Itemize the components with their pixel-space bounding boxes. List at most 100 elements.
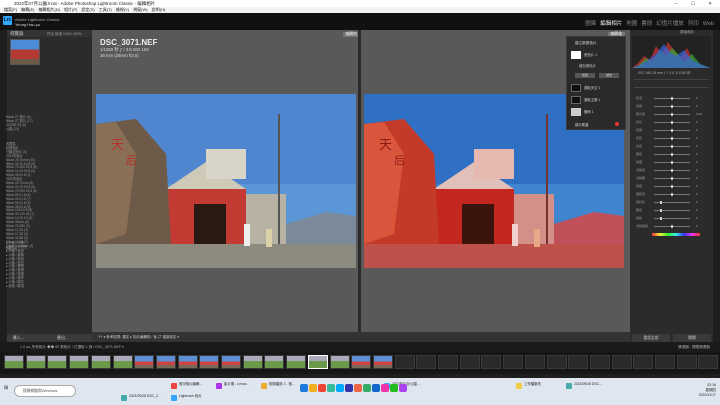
system-tray[interactable]: 02:16 星期四 2022/11/17 xyxy=(699,383,716,398)
filmstrip-thumb[interactable] xyxy=(286,355,307,369)
slider-knob[interactable] xyxy=(660,201,663,204)
slider-value[interactable]: 0 xyxy=(696,144,698,148)
menu-item[interactable]: 視窗(W) xyxy=(133,7,147,12)
slider-value[interactable]: 0 xyxy=(696,96,698,100)
pinned-app-icon[interactable] xyxy=(318,384,326,392)
menu-item[interactable]: 設定(S) xyxy=(81,7,94,12)
filmstrip-thumb[interactable] xyxy=(134,355,155,369)
filmstrip-thumb-current[interactable] xyxy=(307,355,328,369)
filmstrip-thumb[interactable] xyxy=(676,355,697,369)
slider-value[interactable]: 0 xyxy=(696,152,698,156)
filmstrip-thumb[interactable] xyxy=(221,355,241,369)
menu-item[interactable]: 編輯相片(D) xyxy=(38,7,60,12)
slider-knob[interactable] xyxy=(671,177,673,180)
pinned-app-icon[interactable] xyxy=(399,384,407,392)
slider-knob[interactable] xyxy=(671,121,673,124)
module-tab[interactable]: 幻燈片播放 xyxy=(656,21,684,27)
pinned-app-icon[interactable] xyxy=(336,384,344,392)
pinned-app-icon[interactable] xyxy=(372,384,380,392)
slider-value[interactable]: 0 xyxy=(696,120,698,124)
filmstrip-thumb[interactable] xyxy=(503,355,524,369)
mask-add-button[interactable]: 增加 xyxy=(575,73,595,78)
navigator-zoom[interactable]: 符合 填滿 100% 400% xyxy=(47,31,82,38)
mask-1[interactable]: 遮色片 1 xyxy=(571,50,623,60)
adjust-slider[interactable]: 白色 0 xyxy=(636,144,708,148)
menu-item[interactable]: 工具(T) xyxy=(99,7,112,12)
slider-knob[interactable] xyxy=(671,161,673,164)
slider-knob[interactable] xyxy=(660,209,663,212)
pinned-app-icon[interactable] xyxy=(327,384,335,392)
slider-value[interactable]: 0 xyxy=(696,192,698,196)
slider-knob[interactable] xyxy=(671,145,673,148)
histogram[interactable] xyxy=(632,36,711,68)
export-button[interactable]: 匯出... xyxy=(57,334,68,342)
mask-item-subject[interactable]: 選取主體 1 xyxy=(571,95,623,105)
filmstrip-thumb[interactable] xyxy=(177,355,198,369)
filmstrip-thumb[interactable] xyxy=(351,355,372,369)
close-button[interactable]: 關閉 xyxy=(673,334,711,342)
navigator-preview[interactable] xyxy=(10,39,40,65)
menu-item[interactable]: 編輯(E) xyxy=(21,7,34,12)
slider-knob[interactable] xyxy=(671,129,673,132)
filmstrip-thumb[interactable] xyxy=(242,355,263,369)
pinned-app-icon[interactable] xyxy=(381,384,389,392)
slider-value[interactable]: 0 xyxy=(696,168,698,172)
adjust-slider[interactable]: 紋理 0 xyxy=(636,160,708,164)
filmstrip-thumb[interactable] xyxy=(568,355,589,369)
slider-knob[interactable] xyxy=(671,153,673,156)
navigator-header[interactable]: 導覽器 符合 填滿 100% 400% xyxy=(7,30,92,37)
slider-knob[interactable] xyxy=(671,185,673,188)
filmstrip-thumb[interactable] xyxy=(611,355,632,369)
menu-item[interactable]: 檢視(V) xyxy=(116,7,129,12)
slider-value[interactable]: 0 xyxy=(696,136,698,140)
mask-item-brush[interactable]: 筆刷 1 xyxy=(571,107,623,117)
slider-value[interactable]: 0 xyxy=(696,104,698,108)
slider-knob[interactable] xyxy=(660,217,663,220)
slider-knob[interactable] xyxy=(671,113,673,116)
mask-subtract-button[interactable]: 減去 xyxy=(599,73,619,78)
slider-knob[interactable] xyxy=(671,193,673,196)
pinned-app-icon[interactable] xyxy=(300,384,308,392)
module-tab[interactable]: 書冊 xyxy=(641,21,652,27)
windows-start-icon[interactable]: ⊞ xyxy=(4,385,8,391)
slider-value[interactable]: 0 xyxy=(696,128,698,132)
taskbar-app[interactable]: 2021/09/26 DSC... xyxy=(565,382,611,393)
import-button[interactable]: 匯入... xyxy=(13,334,24,342)
slider-value[interactable]: 0 xyxy=(696,208,698,212)
tree-item[interactable]: ▸ 其他 / 雜項 xyxy=(6,284,27,289)
adjust-slider[interactable]: 曝光度 0.00 xyxy=(636,112,708,116)
filmstrip-thumb[interactable] xyxy=(459,355,480,369)
taskbar-search[interactable]: 搜尋網路和Windows xyxy=(14,385,76,397)
taskbar-app[interactable]: 2021/09/26 DSC_2... xyxy=(120,394,166,405)
view-toolbar[interactable]: YY ▾ 參考檢視: 選定 ▸ 相片編輯前 / 後 ⇄ 複製設定 ▾ xyxy=(92,332,630,342)
menu-item[interactable]: 說明(H) xyxy=(152,7,166,12)
slider-knob[interactable] xyxy=(671,105,673,108)
filmstrip-thumb[interactable] xyxy=(199,355,220,369)
filmstrip-filter[interactable]: 篩選器 : 關閉篩選器 xyxy=(678,342,710,352)
filmstrip-thumb[interactable] xyxy=(416,355,437,369)
taskbar-app[interactable]: 影片樂 - Lenov... xyxy=(215,382,261,393)
slider-knob[interactable] xyxy=(671,97,673,100)
compare-divider[interactable] xyxy=(358,30,361,332)
window-controls[interactable]: ─ ☐ ✕ xyxy=(675,0,719,7)
taskbar-app[interactable]: 首次相片編輯... xyxy=(170,382,216,393)
adjust-slider[interactable]: 陰影 0 xyxy=(636,136,708,140)
filmstrip-thumb[interactable] xyxy=(438,355,458,369)
slider-value[interactable]: 0 xyxy=(696,216,698,220)
adjust-slider[interactable]: 波紋 0 xyxy=(636,216,708,220)
adjust-slider[interactable]: 色調 0 xyxy=(636,104,708,108)
filmstrip-thumb[interactable] xyxy=(4,355,24,369)
filmstrip-thumb[interactable] xyxy=(394,355,415,369)
filmstrip-thumb[interactable] xyxy=(589,355,610,369)
taskbar-app[interactable]: Lightroom 相片 xyxy=(170,394,216,405)
adjust-slider[interactable]: 色溫 0 xyxy=(636,96,708,100)
filmstrip-thumb[interactable] xyxy=(698,355,719,369)
filmstrip-thumb[interactable] xyxy=(69,355,90,369)
filmstrip-thumb[interactable] xyxy=(481,355,502,369)
filmstrip-thumb[interactable] xyxy=(47,355,68,369)
adjust-slider[interactable]: 雜色 0 xyxy=(636,208,708,212)
pinned-app-icon[interactable] xyxy=(354,384,362,392)
mask-item-sky[interactable]: 選取天空 1 xyxy=(571,83,623,93)
filmstrip-thumb[interactable] xyxy=(155,355,176,369)
reset-all-button[interactable]: 重設全部 xyxy=(632,334,670,342)
